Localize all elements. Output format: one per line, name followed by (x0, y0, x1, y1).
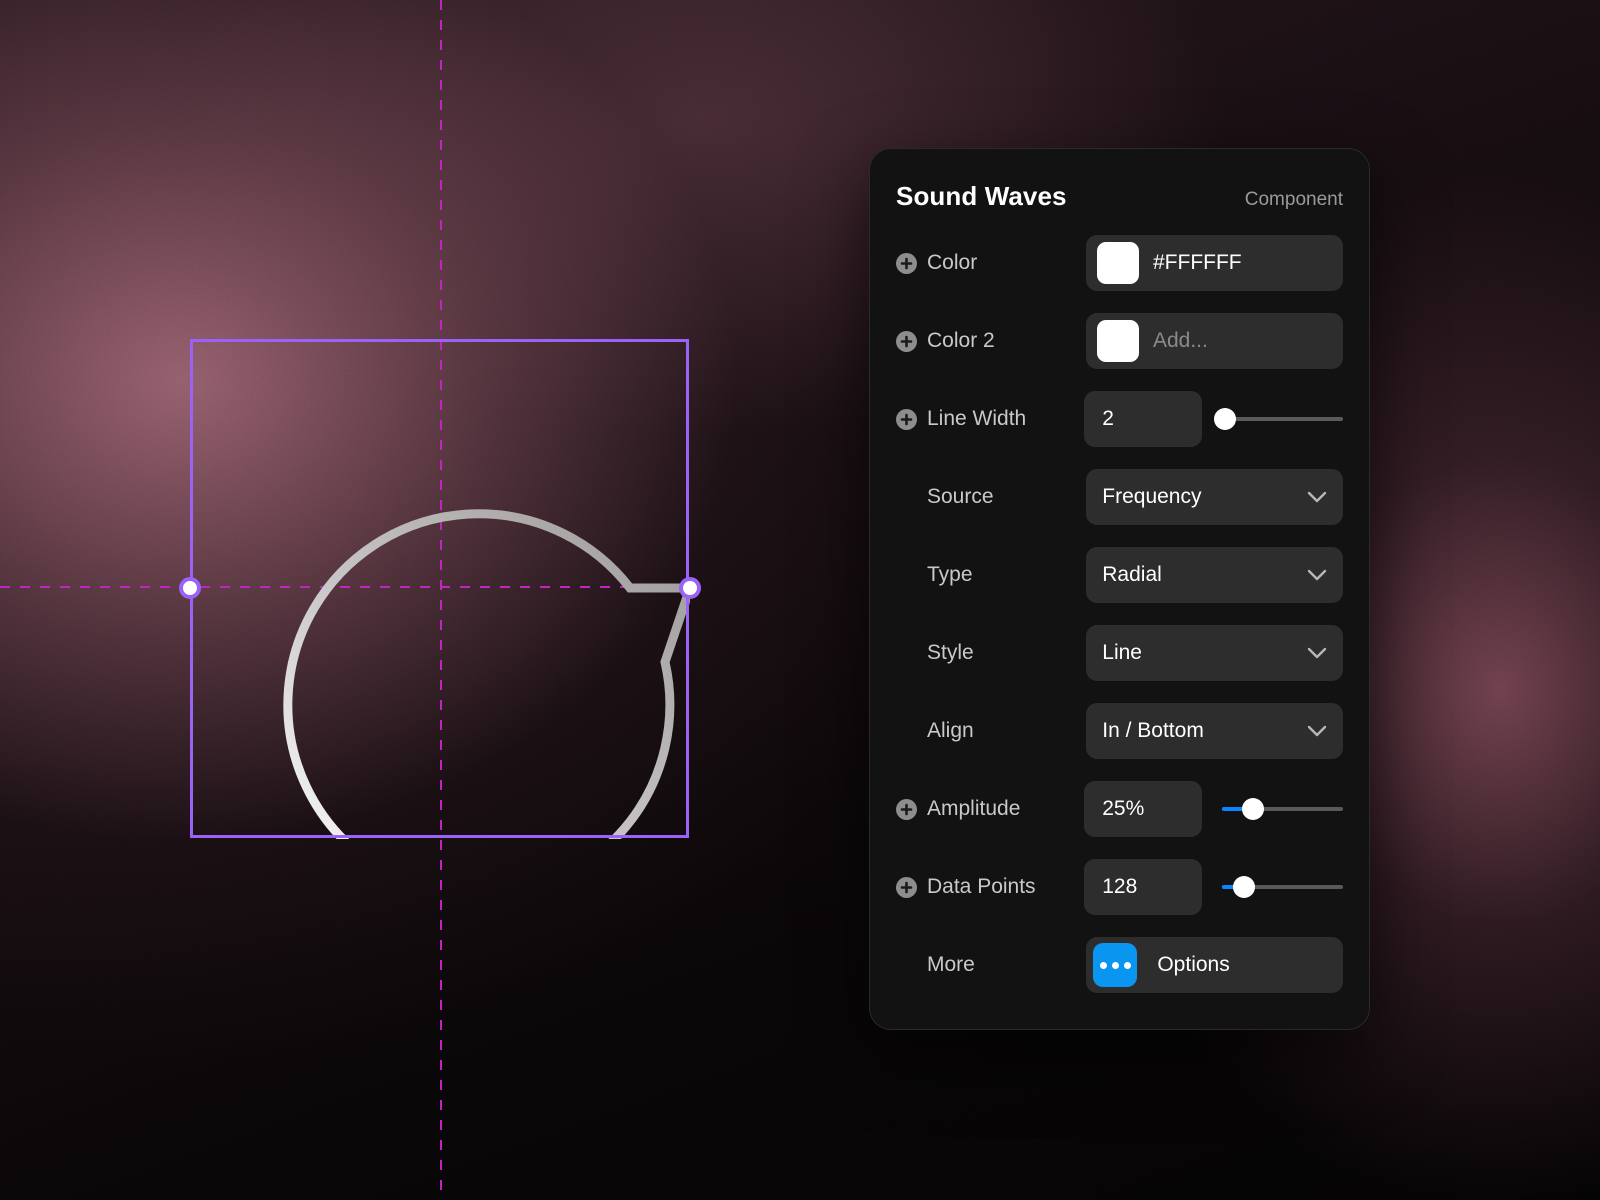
number-input-amplitude[interactable]: 25% (1084, 781, 1202, 837)
slider-data-points[interactable] (1221, 859, 1343, 915)
label-text-type: Type (927, 563, 973, 586)
select-style[interactable]: Line (1086, 625, 1343, 681)
add-property-icon[interactable] (896, 252, 917, 274)
add-property-icon[interactable] (896, 798, 917, 820)
property-label-color: Color (896, 251, 1086, 275)
property-label-align: Align (896, 719, 1086, 743)
select-value-source: Frequency (1102, 485, 1202, 508)
color-value-color: #FFFFFF (1152, 251, 1242, 274)
slider-thumb-amplitude[interactable] (1242, 798, 1265, 820)
property-label-data-points: Data Points (896, 875, 1084, 899)
slider-thumb-line-width[interactable] (1214, 408, 1237, 430)
property-row-source: Source Frequency (896, 468, 1343, 526)
selection-bounding-box[interactable] (190, 339, 689, 838)
slider-amplitude[interactable] (1221, 781, 1343, 837)
property-row-line-width: Line Width 2 (896, 390, 1343, 448)
select-value-style: Line (1102, 641, 1142, 664)
property-row-color-2: Color 2 Add... (896, 312, 1343, 370)
property-row-data-points: Data Points 128 (896, 858, 1343, 916)
select-align[interactable]: In / Bottom (1086, 703, 1343, 759)
ellipsis-icon (1093, 943, 1138, 987)
property-row-style: Style Line (896, 624, 1343, 682)
add-property-icon[interactable] (896, 876, 917, 898)
label-text-amplitude: Amplitude (927, 797, 1021, 820)
panel-header: Sound Waves Component (896, 149, 1343, 234)
color-swatch-color-2[interactable] (1096, 320, 1139, 362)
property-label-color-2: Color 2 (896, 329, 1086, 353)
panel-kind-label: Component (1244, 189, 1343, 210)
chevron-down-icon (1307, 647, 1327, 659)
panel-title: Sound Waves (896, 181, 1067, 211)
select-value-type: Radial (1102, 563, 1162, 586)
property-row-align: Align In / Bottom (896, 702, 1343, 760)
property-row-more: More Options (896, 936, 1343, 994)
options-label: Options (1157, 953, 1230, 976)
label-text-source: Source (927, 485, 994, 508)
property-row-color: Color #FFFFFF (896, 234, 1343, 292)
slider-track-line-width (1221, 417, 1343, 421)
options-button[interactable]: Options (1086, 937, 1343, 993)
select-source[interactable]: Frequency (1086, 469, 1343, 525)
number-input-data-points[interactable]: 128 (1084, 859, 1202, 915)
label-text-line-width: Line Width (927, 407, 1027, 430)
property-label-type: Type (896, 563, 1086, 587)
label-text-data-points: Data Points (927, 875, 1036, 898)
select-type[interactable]: Radial (1086, 547, 1343, 603)
left-middle-handle[interactable] (179, 577, 201, 599)
chevron-down-icon (1307, 491, 1327, 503)
add-property-icon[interactable] (896, 330, 917, 352)
label-text-style: Style (927, 641, 974, 664)
add-property-icon[interactable] (896, 408, 917, 430)
label-text-color: Color (927, 251, 978, 274)
property-row-type: Type Radial (896, 546, 1343, 604)
color-field-color-2[interactable]: Add... (1085, 313, 1343, 369)
slider-thumb-data-points[interactable] (1232, 876, 1255, 898)
slider-line-width[interactable] (1214, 391, 1343, 447)
color-value-color-2: Add... (1152, 329, 1208, 352)
color-field-color[interactable]: #FFFFFF (1085, 235, 1343, 291)
number-value-data-points: 128 (1102, 875, 1138, 898)
number-value-amplitude: 25% (1102, 797, 1145, 820)
select-value-align: In / Bottom (1102, 719, 1204, 742)
property-label-line-width: Line Width (896, 407, 1084, 431)
right-middle-handle[interactable] (679, 577, 701, 599)
chevron-down-icon (1307, 569, 1327, 581)
number-value-line-width: 2 (1102, 407, 1114, 430)
property-rows: Color #FFFFFF Color 2 Add... Line Width 2 Sour… (896, 234, 1343, 994)
chevron-down-icon (1307, 725, 1327, 737)
label-text-align: Align (927, 719, 974, 742)
label-text-more: More (927, 953, 975, 976)
component-inspector-panel: Sound Waves Component Color #FFFFFF Color … (869, 148, 1370, 1030)
color-swatch-color[interactable] (1096, 242, 1139, 284)
number-input-line-width[interactable]: 2 (1084, 391, 1202, 447)
property-label-amplitude: Amplitude (896, 797, 1084, 821)
property-label-style: Style (896, 641, 1086, 665)
label-text-color-2: Color 2 (927, 329, 995, 352)
property-label-more: More (896, 953, 1086, 977)
property-row-amplitude: Amplitude 25% (896, 780, 1343, 838)
property-label-source: Source (896, 485, 1086, 509)
